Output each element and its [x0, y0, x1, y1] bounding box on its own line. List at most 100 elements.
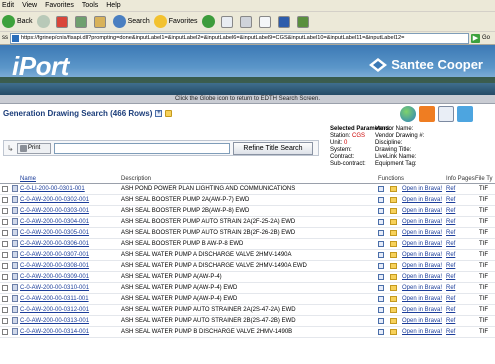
open-in-brava-link[interactable]: Open in Brava! — [402, 274, 442, 280]
row-checkbox[interactable] — [2, 318, 8, 324]
folder-icon[interactable] — [390, 208, 397, 214]
expand-icon[interactable] — [378, 318, 384, 324]
globe-icon[interactable] — [400, 106, 416, 122]
drawing-name-link[interactable]: C-0-AW-200-00-0305-001 — [20, 230, 89, 236]
ref-link[interactable]: Ref — [446, 208, 455, 214]
open-in-brava-link[interactable]: Open in Brava! — [402, 186, 442, 192]
menu-help[interactable]: Help — [106, 2, 120, 9]
open-in-brava-link[interactable]: Open in Brava! — [402, 263, 442, 269]
row-checkbox[interactable] — [2, 208, 8, 214]
row-checkbox[interactable] — [2, 307, 8, 313]
open-in-brava-link[interactable]: Open in Brava! — [402, 318, 442, 324]
drawing-name-link[interactable]: C-0-AW-200-00-0302-001 — [20, 197, 89, 203]
ref-link[interactable]: Ref — [446, 197, 455, 203]
ref-link[interactable]: Ref — [446, 329, 455, 335]
ref-link[interactable]: Ref — [446, 186, 455, 192]
open-in-brava-link[interactable]: Open in Brava! — [402, 219, 442, 225]
history-button[interactable] — [201, 15, 217, 28]
folder-icon[interactable] — [390, 329, 397, 335]
home-button[interactable] — [93, 15, 109, 28]
folder-icon[interactable] — [390, 219, 397, 225]
menu-tools[interactable]: Tools — [82, 2, 98, 9]
row-checkbox[interactable] — [2, 241, 8, 247]
open-in-brava-link[interactable]: Open in Brava! — [402, 296, 442, 302]
open-in-brava-link[interactable]: Open in Brava! — [402, 241, 442, 247]
row-checkbox[interactable] — [2, 329, 8, 335]
open-in-brava-link[interactable]: Open in Brava! — [402, 329, 442, 335]
folder-icon[interactable] — [390, 252, 397, 258]
refine-title-search-button[interactable]: Refine Title Search — [233, 142, 313, 155]
row-checkbox[interactable] — [2, 230, 8, 236]
drawing-name-link[interactable]: C-0-AW-200-00-0309-001 — [20, 274, 89, 280]
title-search-input[interactable] — [54, 143, 230, 154]
folder-icon[interactable] — [390, 230, 397, 236]
favorites-button[interactable]: Favorites — [153, 15, 198, 28]
row-checkbox[interactable] — [2, 263, 8, 269]
edit-icon[interactable] — [438, 106, 454, 122]
row-checkbox[interactable] — [2, 296, 8, 302]
folder-icon[interactable] — [165, 110, 173, 117]
print-button[interactable]: Print — [17, 143, 51, 154]
ref-link[interactable]: Ref — [446, 241, 455, 247]
expand-icon[interactable] — [378, 219, 384, 225]
go-button[interactable]: ▶ Go — [471, 33, 495, 44]
folder-icon[interactable] — [390, 307, 397, 313]
expand-icon[interactable] — [378, 263, 384, 269]
drawing-name-link[interactable]: C-0-AW-200-00-0313-001 — [20, 318, 89, 324]
drawing-name-link[interactable]: C-0-AW-200-00-0314-001 — [20, 329, 89, 335]
expand-icon[interactable] — [378, 252, 384, 258]
drawing-name-link[interactable]: C-0-LI-200-00-0301-001 — [20, 186, 85, 192]
row-checkbox[interactable] — [2, 285, 8, 291]
menu-view[interactable]: View — [22, 2, 37, 9]
folder-icon[interactable] — [390, 296, 397, 302]
expand-icon[interactable] — [378, 197, 384, 203]
row-checkbox[interactable] — [2, 219, 8, 225]
menu-edit[interactable]: Edit — [2, 2, 14, 9]
report-icon[interactable] — [419, 106, 435, 122]
ref-link[interactable]: Ref — [446, 318, 455, 324]
drawing-name-link[interactable]: C-0-AW-200-00-0310-001 — [20, 285, 89, 291]
row-checkbox[interactable] — [2, 186, 8, 192]
expand-icon[interactable] — [378, 296, 384, 302]
help-icon[interactable] — [457, 106, 473, 122]
forward-button[interactable] — [36, 15, 52, 28]
ref-link[interactable]: Ref — [446, 219, 455, 225]
ref-link[interactable]: Ref — [446, 230, 455, 236]
drawing-name-link[interactable]: C-0-AW-200-00-0303-001 — [20, 208, 89, 214]
stop-button[interactable] — [55, 15, 71, 28]
ref-link[interactable]: Ref — [446, 307, 455, 313]
url-input[interactable]: https://fgrinep/cnis/fisapi.dll?promptin… — [10, 32, 469, 44]
expand-icon[interactable] — [378, 274, 384, 280]
ref-link[interactable]: Ref — [446, 252, 455, 258]
edit-button[interactable] — [258, 15, 274, 28]
ref-link[interactable]: Ref — [446, 263, 455, 269]
drawing-name-link[interactable]: C-0-AW-200-00-0311-001 — [20, 296, 89, 302]
ref-link[interactable]: Ref — [446, 285, 455, 291]
expand-icon[interactable]: + — [155, 110, 163, 117]
refresh-button[interactable] — [74, 15, 90, 28]
messenger-button[interactable] — [296, 15, 312, 28]
open-in-brava-link[interactable]: Open in Brava! — [402, 307, 442, 313]
print-browser-button[interactable] — [239, 15, 255, 28]
row-checkbox[interactable] — [2, 197, 8, 203]
drawing-name-link[interactable]: C-0-AW-200-00-0304-001 — [20, 219, 89, 225]
expand-icon[interactable] — [378, 230, 384, 236]
drawing-name-link[interactable]: C-0-AW-200-00-0307-001 — [20, 252, 89, 258]
back-button[interactable]: Back — [2, 15, 33, 28]
folder-icon[interactable] — [390, 186, 397, 192]
open-in-brava-link[interactable]: Open in Brava! — [402, 197, 442, 203]
folder-icon[interactable] — [390, 285, 397, 291]
expand-icon[interactable] — [378, 329, 384, 335]
row-checkbox[interactable] — [2, 274, 8, 280]
drawing-name-link[interactable]: C-0-AW-200-00-0306-001 — [20, 241, 89, 247]
expand-icon[interactable] — [378, 186, 384, 192]
drawing-name-link[interactable]: C-0-AW-200-00-0308-001 — [20, 263, 89, 269]
folder-icon[interactable] — [390, 241, 397, 247]
folder-icon[interactable] — [390, 318, 397, 324]
row-checkbox[interactable] — [2, 252, 8, 258]
ref-link[interactable]: Ref — [446, 274, 455, 280]
folder-icon[interactable] — [390, 197, 397, 203]
drawing-name-link[interactable]: C-0-AW-200-00-0312-001 — [20, 307, 89, 313]
open-in-brava-link[interactable]: Open in Brava! — [402, 285, 442, 291]
expand-icon[interactable] — [378, 208, 384, 214]
